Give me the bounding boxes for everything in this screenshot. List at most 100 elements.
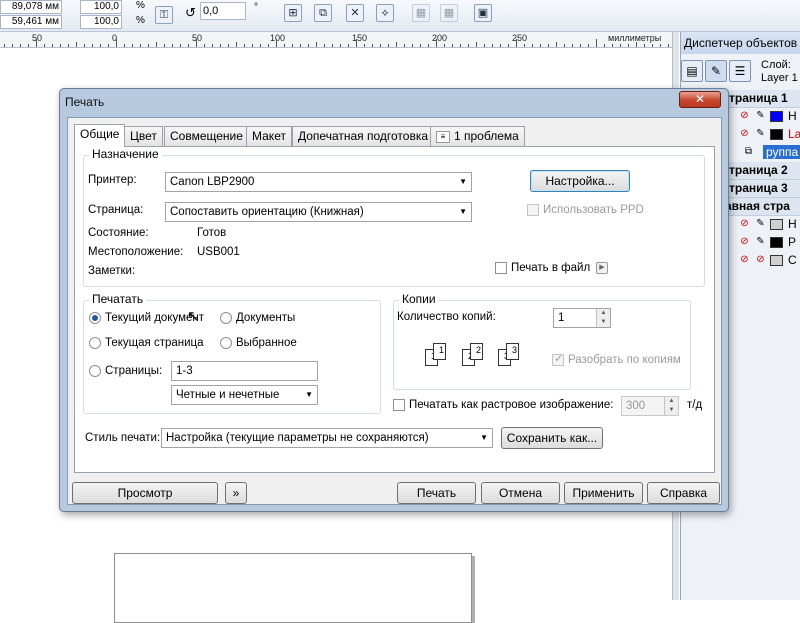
ruler-tick: [324, 44, 325, 47]
ruler-tick: [636, 42, 637, 47]
page-orientation-select[interactable]: Сопоставить ориентацию (Книжная) ▼: [165, 202, 472, 222]
group-label: руппа: [763, 145, 800, 159]
copies-count-label: Количество копий:: [397, 311, 496, 323]
ruler-tick: [484, 44, 485, 47]
selection-radio[interactable]: [220, 337, 232, 349]
stepper-buttons[interactable]: ▲ ▼: [596, 309, 610, 327]
current-document-radio[interactable]: [89, 312, 101, 324]
ruler-tick: [524, 44, 525, 47]
object-x-field[interactable]: 89,078 мм: [0, 0, 62, 14]
ruler-label: 150: [352, 33, 368, 43]
tab-general[interactable]: Общие: [74, 124, 126, 147]
ruler-tick: [188, 44, 189, 47]
ruler-label: 100: [270, 33, 286, 43]
chevron-up-icon[interactable]: ▲: [665, 397, 678, 406]
tab-composite[interactable]: Совмещение: [164, 126, 249, 146]
print-button[interactable]: Печать: [397, 482, 476, 504]
ruler-tick: [236, 42, 237, 47]
scale-x-field[interactable]: 100,0: [80, 0, 122, 14]
combine-icon[interactable]: ▦: [412, 4, 430, 22]
chevron-down-icon[interactable]: ▼: [597, 318, 610, 327]
ruler-tick: [348, 44, 349, 47]
rotation-angle-field[interactable]: 0,0: [200, 2, 246, 20]
apply-button[interactable]: Применить: [564, 482, 643, 504]
docker-title: Диспетчер объектов: [681, 32, 800, 54]
location-value: USB001: [197, 246, 240, 258]
ruler-unit-label: миллиметры: [608, 33, 662, 43]
delete-object-icon[interactable]: ✕: [346, 4, 364, 22]
ruler-tick: [12, 44, 13, 47]
ruler-tick: [180, 44, 181, 47]
order-icon[interactable]: ⧉: [314, 4, 332, 22]
current-page-radio[interactable]: [89, 337, 101, 349]
pages-range-input[interactable]: 1-3: [171, 361, 318, 381]
print-style-select[interactable]: Настройка (текущие параметры не сохраняю…: [161, 428, 493, 448]
no-print-icon[interactable]: ⊘: [739, 255, 750, 266]
pages-radio[interactable]: [89, 365, 101, 377]
chevron-down-icon: ▼: [459, 207, 467, 216]
bitmap-dpi-stepper[interactable]: 300 ▲ ▼: [621, 396, 679, 416]
ruler-tick: [412, 44, 413, 47]
destination-group-title: Назначение: [89, 147, 162, 161]
scale-y-field[interactable]: 100,0: [80, 15, 122, 29]
lock-ratio-icon[interactable]: ⚿: [155, 6, 173, 24]
ruler-tick: [436, 39, 437, 47]
document-page[interactable]: [114, 553, 472, 623]
no-print-icon[interactable]: ⊘: [739, 237, 750, 248]
object-y-field[interactable]: 59,461 мм: [0, 15, 62, 29]
pencil-icon[interactable]: ✎: [755, 129, 766, 140]
chevron-up-icon[interactable]: ▲: [597, 309, 610, 318]
ruler-tick: [548, 44, 549, 47]
ruler-tick: [220, 44, 221, 47]
tab-color[interactable]: Цвет: [124, 126, 163, 146]
print-dialog: Печать ✕ Общие Цвет Совмещение Макет Доп…: [59, 88, 729, 512]
mouse-cursor-icon: ↖: [187, 308, 200, 325]
weld-icon[interactable]: ▦: [440, 4, 458, 22]
tab-issues[interactable]: ≡ 1 проблема: [430, 126, 525, 146]
printer-settings-button[interactable]: Настройка...: [530, 170, 630, 192]
pencil-icon[interactable]: ✎: [755, 111, 766, 122]
layer-manager-icon[interactable]: ☰: [729, 60, 751, 82]
ruler-tick: [108, 44, 109, 47]
ruler-tick: [84, 44, 85, 47]
break-apart-icon[interactable]: ⟡: [376, 4, 394, 22]
preview-expand-button[interactable]: »: [225, 482, 247, 504]
convert-icon[interactable]: ▣: [474, 4, 492, 22]
edit-across-layers-icon[interactable]: ✎: [705, 60, 727, 82]
stepper-buttons[interactable]: ▲ ▼: [664, 397, 678, 415]
no-edit-icon[interactable]: ⊘: [755, 255, 766, 266]
layer-label: Н: [788, 217, 797, 231]
pencil-icon[interactable]: ✎: [755, 219, 766, 230]
copies-count-stepper[interactable]: 1 ▲ ▼: [553, 308, 611, 328]
ruler-tick: [396, 42, 397, 47]
help-button[interactable]: Справка: [647, 482, 720, 504]
no-print-icon[interactable]: ⊘: [739, 111, 750, 122]
ruler-tick: [532, 44, 533, 47]
location-label: Местоположение:: [88, 246, 184, 258]
odd-even-select[interactable]: Четные и нечетные ▼: [171, 385, 318, 405]
close-button[interactable]: ✕: [679, 91, 721, 108]
tab-prepress[interactable]: Допечатная подготовка: [292, 126, 435, 146]
tab-layout[interactable]: Макет: [246, 126, 292, 146]
ruler-tick: [92, 44, 93, 47]
play-arrow-icon[interactable]: ▶: [596, 262, 608, 274]
collate-checkbox[interactable]: [552, 352, 564, 366]
save-style-as-button[interactable]: Сохранить как...: [501, 427, 603, 449]
use-ppd-checkbox[interactable]: [527, 204, 539, 216]
status-value: Готов: [197, 227, 227, 239]
align-icon[interactable]: ⊞: [284, 4, 302, 22]
print-preview-button[interactable]: Просмотр: [72, 482, 218, 504]
print-to-file-checkbox[interactable]: [495, 262, 507, 274]
status-label: Состояние:: [88, 227, 149, 239]
property-bar: 89,078 мм 59,461 мм 100,0 100,0 % % ⚿ ↺ …: [0, 0, 800, 32]
chevron-down-icon[interactable]: ▼: [665, 406, 678, 415]
no-print-icon[interactable]: ⊘: [739, 219, 750, 230]
pencil-icon[interactable]: ✎: [755, 237, 766, 248]
print-as-bitmap-checkbox[interactable]: [393, 399, 405, 411]
ruler-tick: [212, 44, 213, 47]
no-print-icon[interactable]: ⊘: [739, 129, 750, 140]
documents-radio[interactable]: [220, 312, 232, 324]
show-properties-icon[interactable]: ▤: [681, 60, 703, 82]
printer-select[interactable]: Canon LBP2900 ▼: [165, 172, 472, 192]
cancel-button[interactable]: Отмена: [481, 482, 560, 504]
